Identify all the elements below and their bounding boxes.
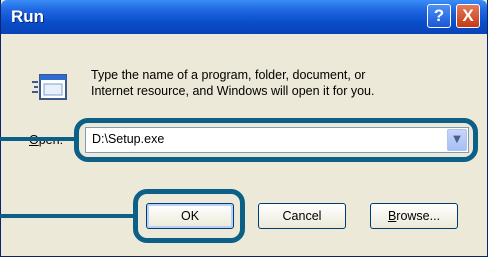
run-dialog: Run ? X Type the name of a program, fold…: [0, 0, 488, 257]
close-icon: X: [462, 6, 474, 25]
title-bar[interactable]: Run ? X: [1, 0, 487, 34]
browse-button[interactable]: Browse...: [370, 203, 458, 229]
callout-pointer-combo: [0, 137, 76, 141]
help-button[interactable]: ?: [427, 4, 451, 28]
dropdown-button[interactable]: ▼: [447, 129, 467, 151]
window-title: Run: [11, 7, 45, 26]
close-button[interactable]: X: [456, 4, 480, 28]
help-icon: ?: [433, 6, 445, 25]
run-icon: [32, 74, 67, 100]
chevron-down-icon: ▼: [453, 134, 461, 145]
prompt-line-1: Type the name of a program, folder, docu…: [91, 68, 366, 82]
prompt-text: Type the name of a program, folder, docu…: [91, 67, 471, 99]
open-combobox[interactable]: D:\Setup.exe ▼: [85, 127, 469, 153]
prompt-line-2: Internet resource, and Windows will open…: [91, 84, 375, 98]
browse-label-rest: rowse...: [396, 209, 441, 223]
cancel-button[interactable]: Cancel: [258, 203, 346, 229]
ok-button[interactable]: OK: [146, 203, 234, 229]
callout-pointer-ok: [0, 214, 135, 218]
open-input[interactable]: D:\Setup.exe: [92, 132, 164, 146]
